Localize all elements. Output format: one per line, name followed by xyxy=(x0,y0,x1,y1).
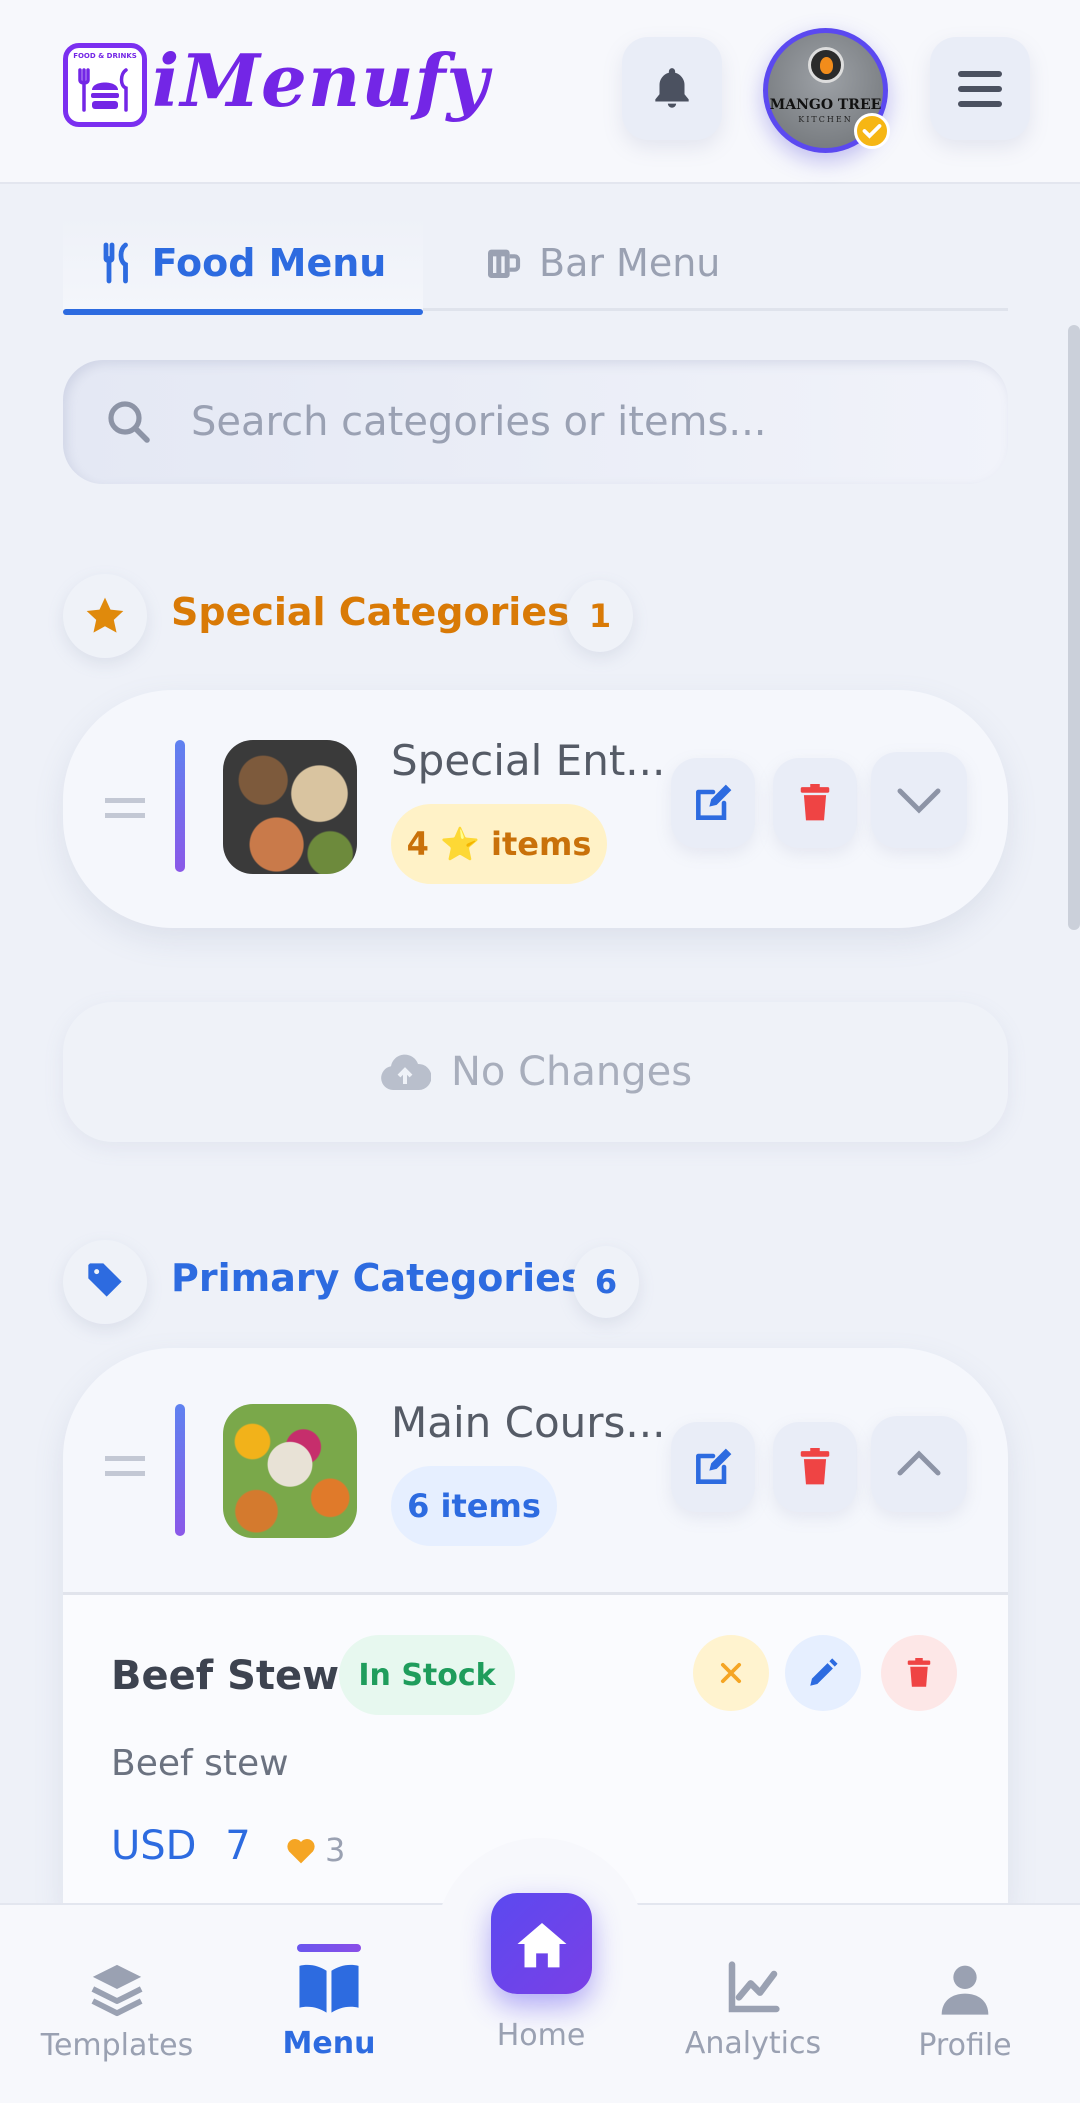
drag-handle-icon[interactable] xyxy=(105,1456,145,1476)
chevron-up-icon xyxy=(897,1450,941,1476)
delete-item-button[interactable] xyxy=(881,1635,957,1711)
nav-templates[interactable]: Templates xyxy=(17,1960,217,2063)
nav-analytics[interactable]: Analytics xyxy=(653,1960,853,2061)
star-icon xyxy=(63,574,147,658)
edit-item-button[interactable] xyxy=(785,1635,861,1711)
delete-category-button[interactable] xyxy=(773,758,857,848)
cloud-upload-icon xyxy=(381,1054,431,1090)
category-accent-bar xyxy=(175,1404,185,1536)
item-name: Beef Stew xyxy=(111,1653,340,1699)
nav-home-button[interactable] xyxy=(491,1893,592,1994)
tab-bar-menu[interactable]: Bar Menu xyxy=(483,215,783,311)
tab-food-label: Food Menu xyxy=(151,241,387,285)
edit-category-button[interactable] xyxy=(671,1422,755,1512)
drag-handle-icon[interactable] xyxy=(105,798,145,818)
likes-count: 3 xyxy=(325,1831,346,1869)
trash-icon xyxy=(800,784,830,821)
special-category-card[interactable]: Special Ent... 4 ⭐ items xyxy=(63,690,1008,928)
nav-templates-label: Templates xyxy=(40,2028,194,2063)
restaurant-logo-icon xyxy=(808,47,844,83)
item-likes: 3 xyxy=(285,1831,345,1869)
category-item-count-badge: 4 ⭐ items xyxy=(391,804,607,884)
stock-status-badge: In Stock xyxy=(339,1635,515,1715)
app-name: iMenufy xyxy=(152,38,490,123)
menu-button[interactable] xyxy=(930,37,1030,140)
heart-icon xyxy=(287,1839,315,1864)
edit-icon xyxy=(696,784,732,820)
menu-tabs: Food Menu Bar Menu xyxy=(63,215,1008,315)
sync-status-button[interactable]: No Changes xyxy=(63,1002,1008,1142)
mug-icon xyxy=(488,249,521,278)
category-item-count-badge: 6 items xyxy=(391,1466,557,1546)
category-accent-bar xyxy=(175,740,185,872)
app-logo-icon[interactable]: FOOD & DRINKS xyxy=(63,43,147,127)
special-categories-title: Special Categories xyxy=(171,590,570,634)
item-price: USD 7 xyxy=(111,1823,251,1869)
scrollbar[interactable] xyxy=(1068,325,1080,930)
restaurant-avatar[interactable]: MANGO TREE KITCHEN xyxy=(763,28,890,153)
primary-categories-header: Primary Categories 6 xyxy=(63,1240,1008,1330)
nav-home[interactable]: Home xyxy=(441,2018,641,2053)
item-description: Beef stew xyxy=(111,1743,289,1784)
category-name: Main Cours... xyxy=(391,1398,661,1447)
sync-status-label: No Changes xyxy=(450,1049,693,1095)
primary-categories-count: 6 xyxy=(573,1246,639,1318)
delete-category-button[interactable] xyxy=(773,1422,857,1512)
price-value: 7 xyxy=(225,1823,251,1869)
chart-icon xyxy=(728,1961,780,2013)
expand-category-button[interactable] xyxy=(871,752,967,848)
notifications-button[interactable] xyxy=(622,37,722,140)
special-categories-count: 1 xyxy=(567,580,633,652)
special-categories-header: Special Categories 1 xyxy=(63,574,1008,664)
user-icon xyxy=(941,1965,989,2015)
search-bar xyxy=(63,360,1008,484)
utensils-icon xyxy=(103,242,128,284)
trash-icon xyxy=(800,1448,830,1485)
search-icon xyxy=(108,401,150,443)
pencil-icon xyxy=(810,1658,838,1686)
chevron-down-icon xyxy=(897,788,941,814)
price-currency: USD xyxy=(111,1823,197,1869)
verified-badge-icon xyxy=(854,113,890,149)
nav-profile-label: Profile xyxy=(918,2028,1012,2063)
home-icon xyxy=(517,1922,566,1967)
active-tab-indicator xyxy=(63,309,423,315)
tab-bar-label: Bar Menu xyxy=(539,241,721,285)
collapse-category-button[interactable] xyxy=(871,1416,967,1512)
close-icon xyxy=(720,1662,742,1684)
bell-icon xyxy=(655,68,689,108)
layers-icon xyxy=(91,1964,143,2017)
primary-categories-title: Primary Categories xyxy=(171,1256,584,1300)
book-icon xyxy=(299,1964,359,2013)
hamburger-icon xyxy=(958,71,1002,107)
tab-food-menu[interactable]: Food Menu xyxy=(63,215,423,311)
nav-menu-label: Menu xyxy=(282,2026,376,2061)
nav-home-label: Home xyxy=(496,2018,586,2053)
tag-icon xyxy=(63,1240,147,1324)
toggle-stock-button[interactable] xyxy=(693,1635,769,1711)
category-thumbnail xyxy=(223,1404,357,1538)
category-thumbnail xyxy=(223,740,357,874)
trash-icon xyxy=(907,1658,931,1687)
edit-icon xyxy=(696,1448,732,1484)
app-header: FOOD & DRINKS iMenufy MANGO TREE KITCHEN xyxy=(0,0,1080,184)
search-input[interactable] xyxy=(189,390,969,454)
avatar-label: MANGO TREE xyxy=(769,97,882,113)
nav-menu[interactable]: Menu xyxy=(229,1944,429,2061)
category-name: Special Ent... xyxy=(391,736,661,785)
nav-analytics-label: Analytics xyxy=(684,2026,822,2061)
edit-category-button[interactable] xyxy=(671,758,755,848)
nav-profile[interactable]: Profile xyxy=(865,1960,1065,2063)
active-nav-indicator xyxy=(297,1944,361,1952)
